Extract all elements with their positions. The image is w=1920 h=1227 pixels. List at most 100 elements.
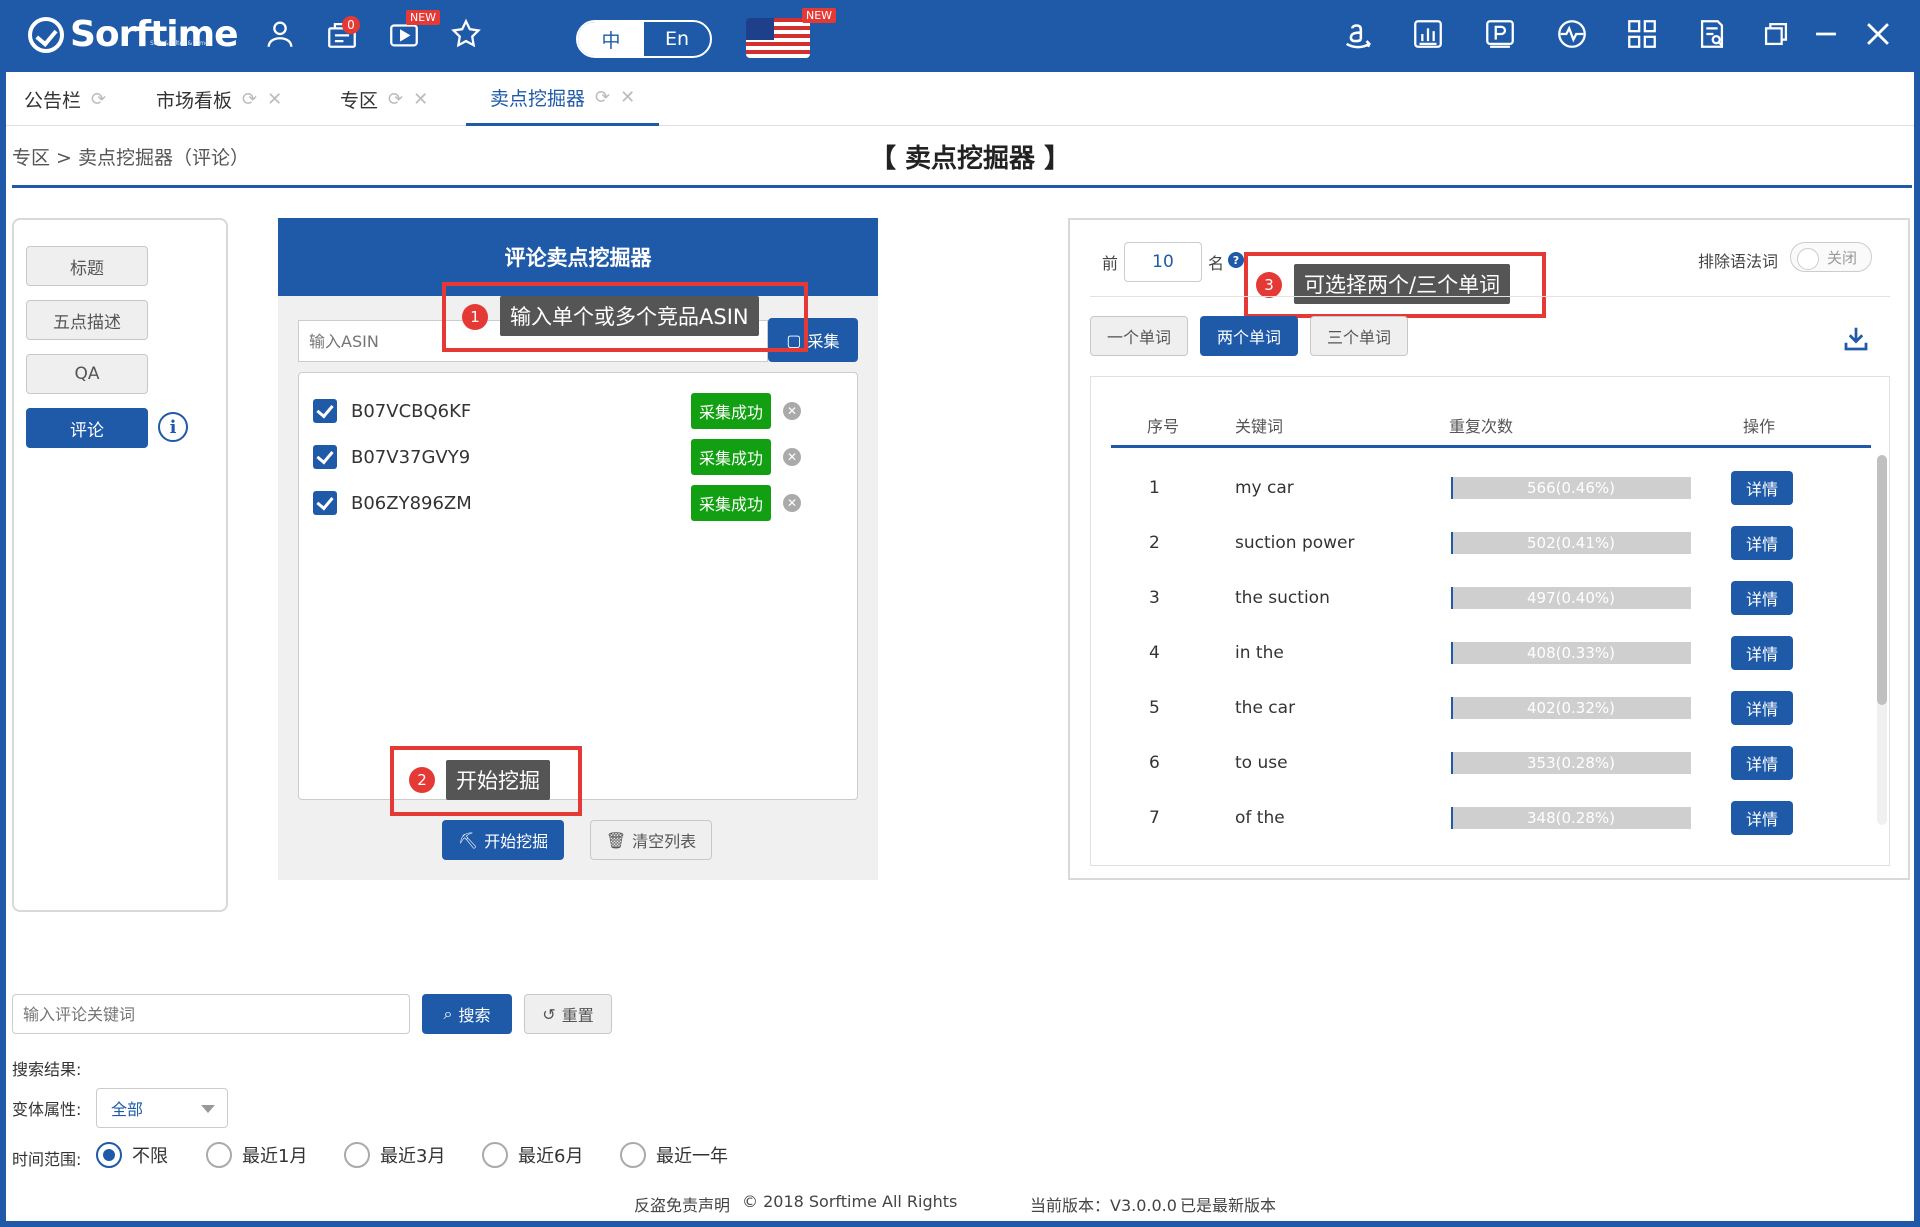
- menu-bullet-points-button[interactable]: 五点描述: [26, 300, 148, 340]
- radio-button[interactable]: [206, 1142, 232, 1168]
- us-flag-icon[interactable]: [746, 18, 810, 58]
- remove-icon[interactable]: ✕: [783, 448, 802, 466]
- tab-notice[interactable]: 公告栏 ⟳: [24, 72, 106, 126]
- close-tab-icon[interactable]: ✕: [620, 87, 635, 108]
- radio-label: 最近6月: [518, 1146, 584, 1167]
- search-button[interactable]: ⌕ 搜索: [422, 994, 512, 1034]
- asin-checkbox[interactable]: [313, 491, 337, 515]
- callout-number-2: 2: [409, 767, 435, 793]
- header-count: 重复次数: [1449, 417, 1514, 436]
- scroll-thumb[interactable]: [1877, 455, 1887, 705]
- remove-icon[interactable]: ✕: [783, 494, 802, 512]
- video-icon[interactable]: NEW: [384, 10, 441, 54]
- radio-button[interactable]: [96, 1142, 122, 1168]
- radio-label: 最近1月: [242, 1146, 308, 1167]
- detail-button[interactable]: 详情: [1731, 801, 1793, 835]
- p-icon[interactable]: [1480, 14, 1520, 54]
- tab-selling-point-miner[interactable]: 卖点挖掘器 ⟳ ✕: [466, 72, 660, 126]
- message-icon[interactable]: 0: [322, 14, 362, 54]
- help-icon[interactable]: ?: [1228, 252, 1244, 268]
- radio-button[interactable]: [620, 1142, 646, 1168]
- list-item: B07V37GVY9 采集成功 ✕: [313, 439, 833, 475]
- table-scrollbar[interactable]: [1877, 455, 1887, 825]
- row-keyword: my car: [1235, 478, 1294, 498]
- brand-name: Sorftime: [70, 14, 239, 55]
- list-item: B07VCBQ6KF 采集成功 ✕: [313, 393, 833, 429]
- count-bar: 408(0.33%): [1451, 642, 1691, 664]
- time-option-3-months[interactable]: 最近3月: [344, 1142, 445, 1168]
- asin-checkbox[interactable]: [313, 399, 337, 423]
- lang-en-option[interactable]: En: [644, 22, 710, 56]
- top-n-input[interactable]: 10: [1124, 242, 1202, 282]
- tab-zone[interactable]: 专区 ⟳ ✕: [340, 72, 428, 126]
- close-window-icon[interactable]: [1858, 14, 1898, 54]
- detail-button[interactable]: 详情: [1731, 471, 1793, 505]
- exclude-grammar-toggle[interactable]: 关闭: [1790, 242, 1872, 272]
- time-option-6-months[interactable]: 最近6月: [482, 1142, 583, 1168]
- asin-checkbox[interactable]: [313, 445, 337, 469]
- pulse-icon[interactable]: [1552, 14, 1592, 54]
- refresh-icon[interactable]: ⟳: [595, 87, 610, 108]
- start-mining-button[interactable]: ⛏ 开始挖掘: [442, 820, 564, 860]
- detail-button[interactable]: 详情: [1731, 526, 1793, 560]
- close-tab-icon[interactable]: ✕: [413, 89, 428, 110]
- time-option-1-year[interactable]: 最近一年: [620, 1142, 728, 1168]
- download-icon[interactable]: [1840, 324, 1872, 354]
- results-panel: 前 10 名 ? 排除语法词 关闭 一个单词 两个单词 三个单词 序号 关键词 …: [1068, 218, 1910, 880]
- version: 当前版本：V3.0.0.0: [1030, 1196, 1177, 1215]
- page-title: 【 卖点挖掘器 】: [870, 144, 1071, 174]
- top-bar: Sorftime Sort & Filter & Time 0 NEW 中 En…: [0, 0, 1920, 72]
- menu-reviews-button[interactable]: 评论: [26, 408, 148, 448]
- detail-button[interactable]: 详情: [1731, 636, 1793, 670]
- row-index: 2: [1149, 533, 1160, 553]
- table-row: 3 the suction 497(0.40%) 详情: [1111, 571, 1851, 626]
- time-option-all[interactable]: 不限: [96, 1142, 168, 1168]
- info-icon[interactable]: i: [158, 412, 188, 442]
- footer: 反盗免责声明 © 2018 Sorftime All Rights 当前版本：V…: [0, 1188, 1920, 1216]
- count-bar: 502(0.41%): [1451, 532, 1691, 554]
- disclaimer-link[interactable]: 反盗免责声明: [634, 1192, 730, 1216]
- logo-check-icon: [28, 16, 64, 53]
- menu-qa-button[interactable]: QA: [26, 354, 148, 394]
- minimize-icon[interactable]: [1806, 14, 1846, 54]
- tab-market-board[interactable]: 市场看板 ⟳ ✕: [156, 72, 282, 126]
- language-toggle[interactable]: 中 En: [576, 20, 712, 58]
- report-search-icon[interactable]: [1692, 14, 1732, 54]
- review-keyword-input[interactable]: [12, 994, 410, 1034]
- table-row: 1 my car 566(0.46%) 详情: [1111, 461, 1851, 516]
- variant-select[interactable]: 全部: [96, 1088, 228, 1128]
- refresh-icon[interactable]: ⟳: [242, 89, 257, 110]
- trash-icon: 🗑: [605, 830, 627, 850]
- remove-icon[interactable]: ✕: [783, 402, 802, 420]
- close-tab-icon[interactable]: ✕: [267, 89, 282, 110]
- two-words-button[interactable]: 两个单词: [1200, 316, 1298, 356]
- reset-label: 重置: [561, 1006, 594, 1025]
- callout-text-1: 输入单个或多个竞品ASIN: [500, 296, 759, 336]
- three-words-button[interactable]: 三个单词: [1310, 316, 1408, 356]
- restore-window-icon[interactable]: [1756, 14, 1796, 54]
- detail-button[interactable]: 详情: [1731, 691, 1793, 725]
- grid-icon[interactable]: [1622, 14, 1662, 54]
- clear-label: 清空列表: [632, 832, 697, 851]
- reset-button[interactable]: ↺ 重置: [524, 994, 612, 1034]
- amazon-icon[interactable]: [1338, 14, 1378, 54]
- lang-zh-option[interactable]: 中: [578, 22, 644, 56]
- user-icon[interactable]: [260, 14, 300, 54]
- menu-title-button[interactable]: 标题: [26, 246, 148, 286]
- refresh-icon[interactable]: ⟳: [91, 89, 106, 110]
- detail-button[interactable]: 详情: [1731, 746, 1793, 780]
- radio-button[interactable]: [482, 1142, 508, 1168]
- star-icon[interactable]: [446, 14, 486, 54]
- callout-number-1: 1: [462, 304, 488, 330]
- search-label: 搜索: [458, 1006, 491, 1025]
- clear-list-button[interactable]: 🗑 清空列表: [590, 820, 712, 860]
- detail-button[interactable]: 详情: [1731, 581, 1793, 615]
- one-word-button[interactable]: 一个单词: [1090, 316, 1188, 356]
- row-index: 6: [1149, 753, 1160, 773]
- search-results-label: 搜索结果:: [12, 1060, 82, 1079]
- refresh-icon[interactable]: ⟳: [388, 89, 403, 110]
- radio-button[interactable]: [344, 1142, 370, 1168]
- bar-chart-icon[interactable]: [1408, 14, 1448, 54]
- time-option-1-month[interactable]: 最近1月: [206, 1142, 307, 1168]
- count-value: 353(0.28%): [1527, 754, 1615, 772]
